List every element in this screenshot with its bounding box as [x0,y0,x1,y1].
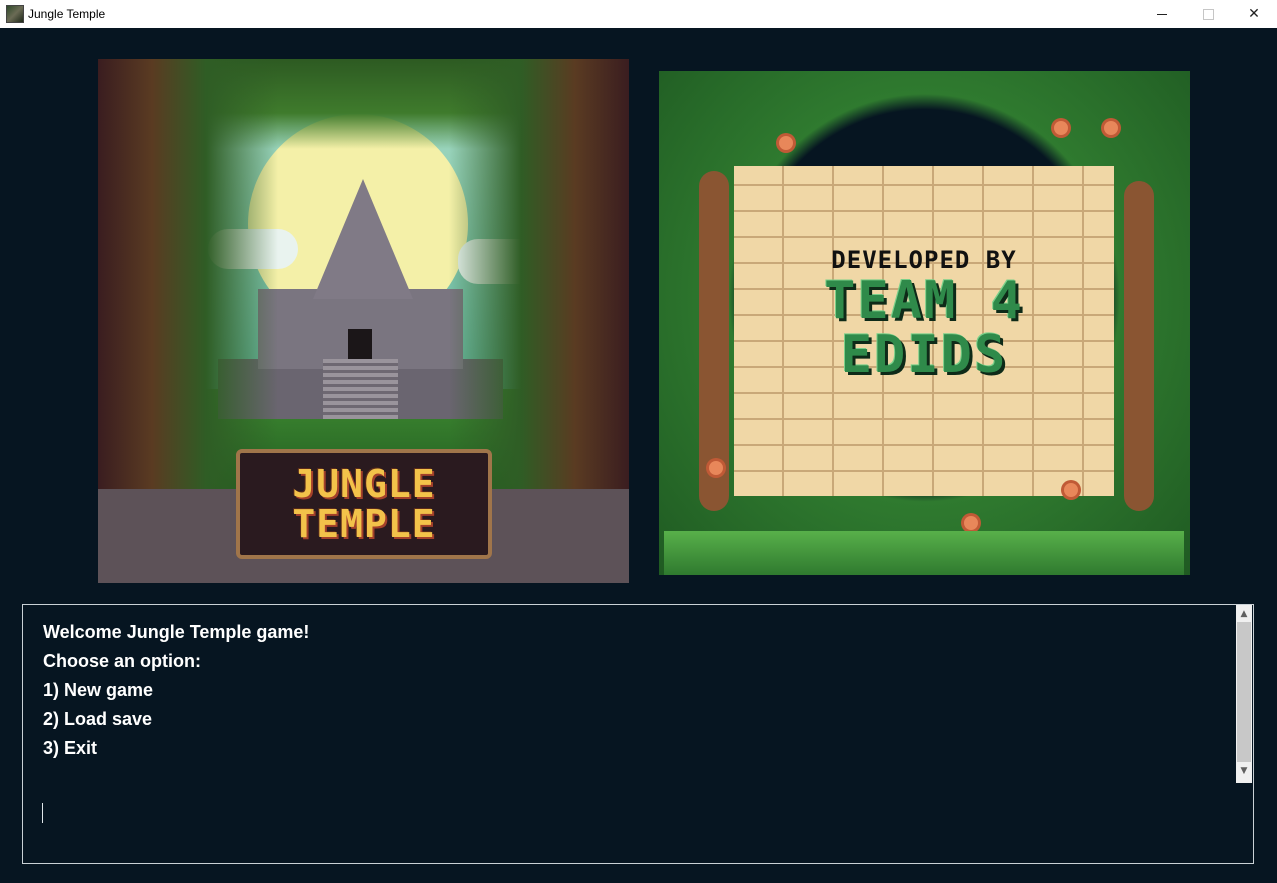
minimize-icon [1157,13,1167,15]
console-line: Welcome Jungle Temple game! [43,622,310,642]
credits-artwork: DEVELOPED BY TEAM 4 EDIDS [659,71,1190,575]
credits-developed-by: DEVELOPED BY [831,246,1017,274]
temple-stairs [323,359,398,419]
credits-text: DEVELOPED BY TEAM 4 EDIDS [734,246,1114,382]
console-output: Welcome Jungle Temple game! Choose an op… [43,621,309,766]
window-title: Jungle Temple [28,7,106,21]
maximize-icon [1202,8,1214,20]
close-button[interactable]: ✕ [1231,0,1277,28]
flower-icon [964,516,978,530]
vine-left [699,171,729,511]
flower-icon [779,136,793,150]
close-icon: ✕ [1248,6,1260,22]
flower-icon [1054,121,1068,135]
console-input-caret[interactable] [42,803,43,823]
logo-line-2: TEMPLE [292,502,436,546]
credits-team-name: EDIDS [840,325,1008,385]
flower-icon [1104,121,1118,135]
window-controls: ✕ [1139,0,1277,28]
console-panel[interactable]: Welcome Jungle Temple game! Choose an op… [22,604,1254,864]
window-title-bar[interactable]: Jungle Temple ✕ [0,0,1277,28]
minimize-button[interactable] [1139,0,1185,28]
logo-line-1: JUNGLE [292,462,436,506]
scrollbar-thumb[interactable] [1237,622,1251,762]
grass [664,531,1184,575]
console-scrollbar[interactable]: ▲ ▼ [1236,605,1252,783]
chevron-down-icon[interactable]: ▼ [1236,762,1252,779]
vine-right [1124,181,1154,511]
console-line: 2) Load save [43,709,153,729]
title-artwork: JUNGLE TEMPLE [98,59,629,583]
credits-team: TEAM 4 [824,271,1024,331]
console-line: Choose an option: [43,651,201,671]
console-line: 3) Exit [43,738,98,758]
flower-icon [1064,483,1078,497]
chevron-up-icon[interactable]: ▲ [1236,605,1252,622]
maximize-button [1185,0,1231,28]
console-line: 1) New game [43,680,154,700]
flower-icon [709,461,723,475]
app-icon [6,5,24,23]
game-logo: JUNGLE TEMPLE [236,449,492,559]
